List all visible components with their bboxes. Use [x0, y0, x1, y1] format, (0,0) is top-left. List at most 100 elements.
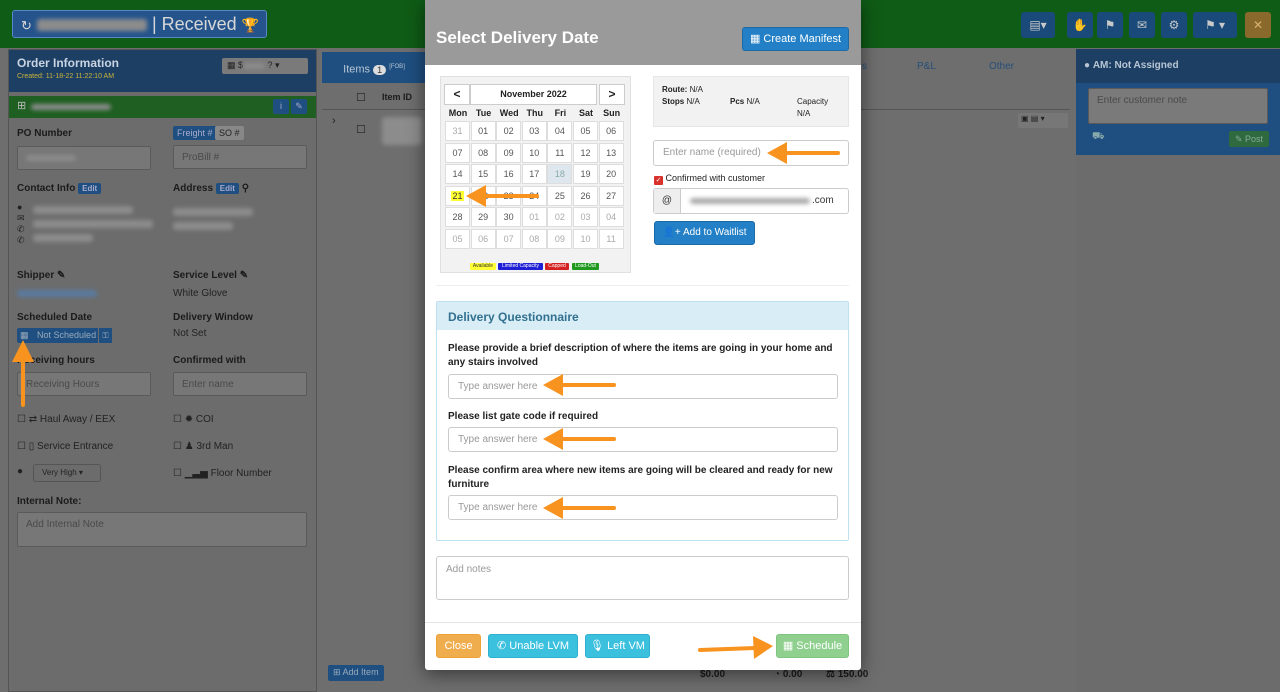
tab-pl[interactable]: P&L	[917, 61, 936, 72]
third-man-checkbox[interactable]: ☐ ♟ 3rd Man	[173, 441, 233, 452]
calendar-day-30[interactable]: 30	[496, 207, 522, 228]
info-icon[interactable]: i	[273, 99, 289, 114]
row-actions[interactable]: ▣ ▤ ▾	[1018, 113, 1068, 128]
create-manifest-button[interactable]: ▦ Create Manifest	[742, 27, 849, 51]
document-icon[interactable]: ▤▾	[1021, 12, 1055, 38]
tab-items[interactable]: Items 1 [FOB]	[322, 52, 426, 83]
probill-input[interactable]: ProBill #	[173, 145, 307, 169]
calendar-day-15[interactable]: 15	[470, 164, 496, 185]
calendar-day-05[interactable]: 05	[573, 121, 598, 141]
answer-2-input[interactable]: Type answer here	[448, 427, 838, 452]
answer-3-input[interactable]: Type answer here	[448, 495, 838, 520]
contact-edit-button[interactable]: Edit	[78, 183, 102, 194]
internal-note-input[interactable]: Add Internal Note	[17, 512, 307, 547]
calendar-day-25[interactable]: 25	[547, 185, 573, 206]
service-entrance-checkbox[interactable]: ☐ ▯ Service Entrance	[17, 441, 113, 452]
priority-select[interactable]: Very High ▾	[33, 464, 101, 482]
calendar-day-20[interactable]: 20	[598, 164, 624, 185]
calendar-day-06[interactable]: 06	[598, 121, 624, 141]
confirmed-with-input[interactable]: Enter name	[173, 372, 307, 396]
calendar-day-21[interactable]: 21	[445, 185, 470, 206]
so-tab[interactable]: SO #	[215, 126, 244, 140]
add-to-waitlist-button[interactable]: 👤+ Add to Waitlist	[654, 221, 755, 245]
calendar-month: November 2022	[470, 84, 597, 105]
address-edit-button[interactable]: Edit	[215, 183, 239, 194]
calendar-day-10[interactable]: 10	[521, 142, 547, 163]
calendar-day-02[interactable]: 02	[496, 121, 522, 141]
calendar-day-07[interactable]: 07	[445, 142, 470, 163]
left-vm-button[interactable]: 🎙 Left VM	[585, 634, 650, 658]
flag-icon[interactable]: ⚑	[1097, 12, 1123, 38]
close-order-icon[interactable]: ✕	[1245, 12, 1271, 38]
calendar-day-08[interactable]: 08	[470, 142, 496, 163]
add-notes-textarea[interactable]: Add notes	[436, 556, 849, 600]
expand-row-icon[interactable]: ›	[332, 115, 336, 127]
haul-away-checkbox[interactable]: ☐ ⇄ Haul Away / EEX	[17, 414, 115, 425]
post-button[interactable]: ✎ Post	[1229, 131, 1269, 147]
total-pieces: ◔ 0.00	[774, 669, 803, 680]
unable-lvm-button[interactable]: ✆ Unable LVM	[488, 634, 578, 658]
calendar-day-26[interactable]: 26	[573, 185, 598, 206]
calendar-day-03[interactable]: 03	[521, 121, 547, 141]
calendar-day-11[interactable]: 11	[547, 142, 573, 163]
not-scheduled-button[interactable]: ▦ Not Scheduled	[17, 328, 111, 343]
freight-tab[interactable]: Freight #	[173, 126, 217, 140]
user-icon: ●	[1084, 60, 1091, 71]
confirmed-with-customer-checkbox[interactable]: ✓ Confirmed with customer	[654, 173, 765, 185]
value-badge[interactable]: ▦ $ ? ▾	[222, 58, 308, 74]
calendar-day-13[interactable]: 13	[598, 142, 624, 163]
calendar-day-17[interactable]: 17	[521, 164, 547, 185]
prev-month-button[interactable]: <	[444, 84, 470, 105]
calendar-day-01[interactable]: 01	[470, 121, 496, 141]
select-all-checkbox[interactable]: ☐	[356, 91, 366, 104]
calendar-day-27[interactable]: 27	[598, 185, 624, 206]
schedule-button[interactable]: ▦ Schedule	[776, 634, 849, 658]
calendar-day-09[interactable]: 09	[496, 142, 522, 163]
calendar-day-04[interactable]: 04	[547, 121, 573, 141]
calendar-day-24[interactable]: 24	[521, 185, 547, 206]
answer-1-input[interactable]: Type answer here	[448, 374, 838, 399]
calendar-day-19[interactable]: 19	[573, 164, 598, 185]
shipper-label: Shipper ✎	[17, 270, 66, 281]
calendar-day-16[interactable]: 16	[496, 164, 522, 185]
flag-dropdown-icon[interactable]: ⚑ ▾	[1193, 12, 1237, 38]
calendar-day-12[interactable]: 12	[573, 142, 598, 163]
add-item-button[interactable]: ⊞ Add Item	[328, 665, 384, 681]
calendar-day-14[interactable]: 14	[445, 164, 470, 185]
customer-note-input[interactable]: Enter customer note	[1088, 88, 1268, 124]
tab-s[interactable]: s	[862, 61, 867, 72]
row-checkbox[interactable]: ☐	[356, 123, 366, 136]
user-plus-icon: 👤+	[662, 227, 681, 238]
calendar: < November 2022 > Mon Tue Wed Thu Fri Sat Sun 3…	[440, 76, 631, 273]
calendar-day-18[interactable]: 18	[547, 164, 573, 185]
mail-icon[interactable]: ✉	[1129, 12, 1155, 38]
calendar-day-29[interactable]: 29	[470, 207, 496, 228]
plus-icon[interactable]: ⊞	[17, 99, 26, 112]
refresh-icon[interactable]: ↻	[21, 18, 32, 33]
key-icon[interactable]: ⚿	[98, 328, 112, 343]
next-month-button[interactable]: >	[599, 84, 625, 105]
po-input[interactable]	[17, 146, 151, 170]
calendar-day-23[interactable]: 23	[496, 185, 522, 206]
confirm-name-input[interactable]: Enter name (required)	[653, 140, 849, 166]
edit-icon[interactable]: ✎	[291, 99, 307, 114]
modal-title: Select Delivery Date	[436, 28, 599, 47]
contact-icons: ● ✉ ✆ ✆	[17, 202, 25, 246]
stops-text: Stops N/A	[662, 97, 700, 106]
floor-number-checkbox[interactable]: ☐ ▁▃▅ Floor Number	[173, 468, 272, 479]
email-field[interactable]: @ .com	[653, 188, 849, 214]
tab-other[interactable]: Other	[989, 61, 1014, 72]
receiving-hours-input[interactable]: Receiving Hours	[17, 372, 151, 396]
close-button[interactable]: Close	[436, 634, 481, 658]
at-sign: @	[654, 189, 681, 213]
contact-label: Contact Info Edit	[17, 183, 102, 194]
delivery-window-label: Delivery Window	[173, 312, 253, 323]
hand-icon[interactable]: ✋	[1067, 12, 1093, 38]
gear-icon[interactable]: ⚙	[1161, 12, 1187, 38]
legend-capped: Capped	[545, 263, 569, 270]
calendar-day-22[interactable]: 22	[470, 185, 496, 206]
calendar-day-28[interactable]: 28	[445, 207, 470, 228]
coi-checkbox[interactable]: ☐ ✹ COI	[173, 414, 214, 425]
calendar-day-outside: 03	[573, 207, 598, 228]
weekday-sat: Sat	[578, 108, 593, 118]
